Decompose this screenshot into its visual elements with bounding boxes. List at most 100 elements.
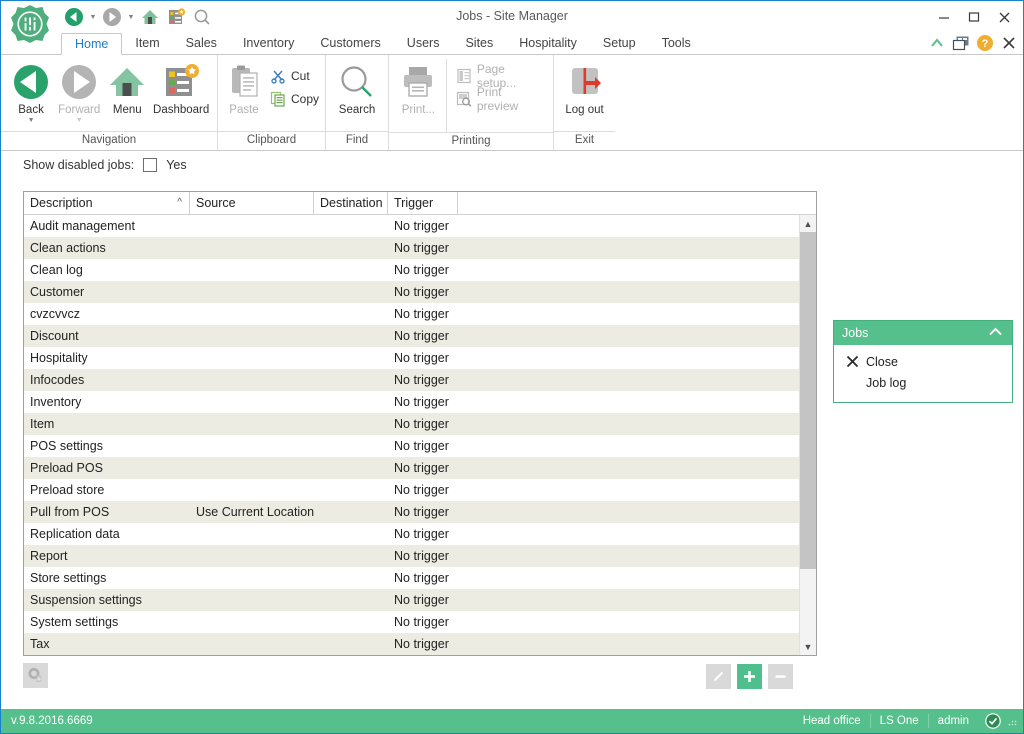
close-document-button[interactable] bbox=[997, 32, 1021, 54]
table-row[interactable]: Inventory No trigger bbox=[24, 391, 799, 413]
ribbon-logout-button[interactable]: Log out bbox=[560, 59, 609, 116]
tab-home[interactable]: Home bbox=[61, 33, 123, 55]
scrollbar-track[interactable] bbox=[800, 232, 816, 638]
check-circle-icon[interactable] bbox=[985, 713, 1001, 729]
app-logo-icon bbox=[9, 3, 51, 45]
cell-trigger: No trigger bbox=[394, 373, 449, 387]
table-row[interactable]: Replication data No trigger bbox=[24, 523, 799, 545]
column-header-trigger[interactable]: Trigger bbox=[388, 192, 458, 214]
cell-description: Suspension settings bbox=[30, 593, 142, 607]
column-header-source[interactable]: Source bbox=[190, 192, 314, 214]
table-row[interactable]: Item No trigger bbox=[24, 413, 799, 435]
table-row[interactable]: Customer No trigger bbox=[24, 281, 799, 303]
side-panel-job-log-label: Job log bbox=[866, 375, 907, 390]
table-row[interactable]: cvzcvvcz No trigger bbox=[24, 303, 799, 325]
table-row[interactable]: Preload store No trigger bbox=[24, 479, 799, 501]
table-row[interactable]: Hospitality No trigger bbox=[24, 347, 799, 369]
table-row[interactable]: Tax No trigger bbox=[24, 633, 799, 655]
ribbon-group-exit: Log out Exit bbox=[553, 55, 615, 150]
tab-users[interactable]: Users bbox=[394, 33, 453, 54]
table-row[interactable]: Report No trigger bbox=[24, 545, 799, 567]
cell-trigger: No trigger bbox=[394, 505, 449, 519]
side-panel-close-action[interactable]: Close bbox=[834, 351, 1012, 372]
maximize-button[interactable] bbox=[959, 5, 989, 29]
chevron-up-icon[interactable] bbox=[987, 326, 1004, 340]
ribbon-group-printing: Print... Page setup... Print preview Pri… bbox=[388, 55, 553, 150]
ribbon-search-button[interactable]: Search bbox=[332, 59, 382, 116]
sort-ascending-icon: ^ bbox=[177, 197, 182, 208]
cell-description: Clean actions bbox=[30, 241, 106, 255]
ribbon-cut-button[interactable]: Cut bbox=[264, 64, 324, 87]
table-row[interactable]: Preload POS No trigger bbox=[24, 457, 799, 479]
table-row[interactable]: Pull from POS Use Current Location No trig… bbox=[24, 501, 799, 523]
collapse-ribbon-icon[interactable] bbox=[925, 32, 949, 54]
grid-settings-button[interactable] bbox=[23, 663, 48, 688]
page-setup-icon bbox=[456, 67, 472, 84]
jobs-side-panel-header[interactable]: Jobs bbox=[834, 321, 1012, 345]
table-row[interactable]: Store settings No trigger bbox=[24, 567, 799, 589]
jobs-grid-header: Description ^ Source Destination Trigger bbox=[24, 192, 816, 215]
ribbon-tab-bar-actions: ? bbox=[925, 32, 1021, 54]
show-disabled-jobs-checkbox-label: Yes bbox=[166, 158, 187, 172]
column-header-destination-label: Destination bbox=[320, 196, 383, 210]
table-row[interactable]: Discount No trigger bbox=[24, 325, 799, 347]
cell-description: Hospitality bbox=[30, 351, 88, 365]
ribbon-forward-button[interactable]: Forward ▼ bbox=[55, 59, 103, 125]
table-row[interactable]: Clean actions No trigger bbox=[24, 237, 799, 259]
ribbon-print-button[interactable]: Print... bbox=[395, 59, 442, 116]
tab-inventory[interactable]: Inventory bbox=[230, 33, 307, 54]
status-head-office[interactable]: Head office bbox=[794, 714, 870, 728]
ribbon-dashboard-button[interactable]: Dashboard bbox=[151, 59, 211, 116]
forward-dropdown-icon[interactable]: ▼ bbox=[76, 117, 83, 125]
tab-tools[interactable]: Tools bbox=[649, 33, 704, 54]
tab-sales[interactable]: Sales bbox=[173, 33, 230, 54]
remove-job-button[interactable] bbox=[768, 664, 793, 689]
edit-job-button[interactable] bbox=[706, 664, 731, 689]
tab-setup[interactable]: Setup bbox=[590, 33, 649, 54]
tab-item[interactable]: Item bbox=[122, 33, 172, 54]
side-panel-job-log-action[interactable]: Job log bbox=[834, 372, 1012, 393]
ribbon-copy-button[interactable]: Copy bbox=[264, 87, 324, 110]
column-header-destination[interactable]: Destination bbox=[314, 192, 388, 214]
ribbon-paste-button[interactable]: Paste bbox=[224, 59, 264, 116]
show-disabled-jobs-checkbox[interactable] bbox=[143, 158, 158, 172]
scroll-down-arrow-icon[interactable]: ▼ bbox=[800, 638, 816, 655]
cell-description: Replication data bbox=[30, 527, 120, 541]
ribbon-print-preview-button[interactable]: Print preview bbox=[451, 85, 547, 113]
table-row[interactable]: Suspension settings No trigger bbox=[24, 589, 799, 611]
status-ls-one[interactable]: LS One bbox=[869, 714, 928, 728]
column-header-description[interactable]: Description ^ bbox=[24, 192, 190, 214]
help-button[interactable]: ? bbox=[973, 32, 997, 54]
show-disabled-jobs-label: Show disabled jobs: bbox=[23, 158, 135, 172]
ribbon-menu-button[interactable]: Menu bbox=[103, 59, 151, 116]
ribbon-group-label-navigation: Navigation bbox=[1, 131, 217, 150]
application-window: ▼ ▼ Jobs - Site Manager Home Item Sales … bbox=[0, 0, 1024, 734]
table-row[interactable]: Audit management No trigger bbox=[24, 215, 799, 237]
tab-sites[interactable]: Sites bbox=[452, 33, 506, 54]
ribbon-cut-label: Cut bbox=[291, 68, 310, 83]
column-header-filler[interactable] bbox=[458, 192, 816, 214]
ribbon-print-label: Print... bbox=[401, 104, 436, 116]
scroll-up-arrow-icon[interactable]: ▲ bbox=[800, 215, 816, 232]
cell-description: Preload store bbox=[30, 483, 105, 497]
ribbon-group-label-find: Find bbox=[326, 131, 388, 150]
status-user[interactable]: admin bbox=[927, 714, 978, 728]
tab-hospitality[interactable]: Hospitality bbox=[506, 33, 590, 54]
table-row[interactable]: POS settings No trigger bbox=[24, 435, 799, 457]
jobs-grid-scrollbar[interactable]: ▲ ▼ bbox=[799, 215, 816, 655]
windows-list-icon[interactable] bbox=[949, 32, 973, 54]
forward-arrow-icon bbox=[59, 61, 99, 103]
tab-customers[interactable]: Customers bbox=[307, 33, 393, 54]
table-row[interactable]: System settings No trigger bbox=[24, 611, 799, 633]
cell-trigger: No trigger bbox=[394, 593, 449, 607]
close-window-button[interactable] bbox=[989, 5, 1019, 29]
add-job-button[interactable] bbox=[737, 664, 762, 689]
cell-description: Store settings bbox=[30, 571, 107, 585]
minimize-button[interactable] bbox=[929, 5, 959, 29]
resize-grip-icon[interactable] bbox=[1007, 716, 1017, 726]
ribbon-back-button[interactable]: Back ▼ bbox=[7, 59, 55, 125]
back-dropdown-icon[interactable]: ▼ bbox=[28, 117, 35, 125]
scrollbar-thumb[interactable] bbox=[800, 232, 816, 569]
table-row[interactable]: Clean log No trigger bbox=[24, 259, 799, 281]
table-row[interactable]: Infocodes No trigger bbox=[24, 369, 799, 391]
